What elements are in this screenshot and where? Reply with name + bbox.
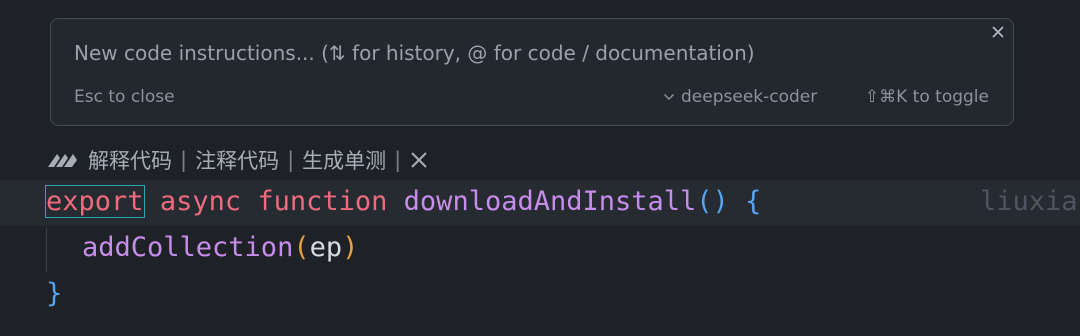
- keyword-async[interactable]: async: [160, 186, 241, 217]
- model-selector[interactable]: deepseek-coder: [663, 87, 817, 107]
- keyword-function[interactable]: function: [257, 186, 387, 217]
- function-name[interactable]: downloadAndInstall: [404, 186, 697, 217]
- model-name: deepseek-coder: [681, 87, 818, 107]
- toggle-hint: ⇧⌘K to toggle: [865, 87, 989, 107]
- toggle-hint-text: ⇧⌘K to toggle: [864, 87, 989, 107]
- brace-close: }: [46, 278, 63, 309]
- esc-hint: Esc to close: [74, 87, 175, 107]
- inline-prompt-panel: New code instructions... (⇅ for history,…: [50, 18, 1014, 126]
- chevron-down-icon: [663, 87, 675, 107]
- brace-open: {: [745, 186, 762, 217]
- explain-code-link[interactable]: 解释代码: [88, 145, 172, 175]
- code-line-1[interactable]: export async function downloadAndInstall…: [0, 180, 1080, 226]
- comment-code-link[interactable]: 注释代码: [195, 145, 279, 175]
- code-line-3[interactable]: }: [0, 274, 1080, 318]
- separator: |: [287, 148, 295, 172]
- argument[interactable]: ep: [310, 232, 343, 263]
- prompt-input[interactable]: New code instructions... (⇅ for history,…: [74, 41, 755, 65]
- separator: |: [394, 148, 402, 172]
- separator: |: [180, 148, 188, 172]
- ai-logo-icon: [46, 150, 80, 170]
- code-line-2[interactable]: addCollection(ep): [0, 228, 1080, 272]
- parens: (): [696, 186, 729, 217]
- close-icon[interactable]: [987, 21, 1009, 43]
- paren-open: (: [293, 232, 310, 263]
- close-codelens-icon[interactable]: [409, 150, 429, 170]
- keyword-export[interactable]: export: [45, 185, 145, 218]
- git-blame-annotation: liuxia: [980, 186, 1078, 217]
- generate-unit-test-link[interactable]: 生成单测: [302, 145, 386, 175]
- codelens-actions: 解释代码 | 注释代码 | 生成单测 |: [46, 145, 429, 175]
- call-name[interactable]: addCollection: [82, 232, 293, 263]
- paren-close: ): [342, 232, 359, 263]
